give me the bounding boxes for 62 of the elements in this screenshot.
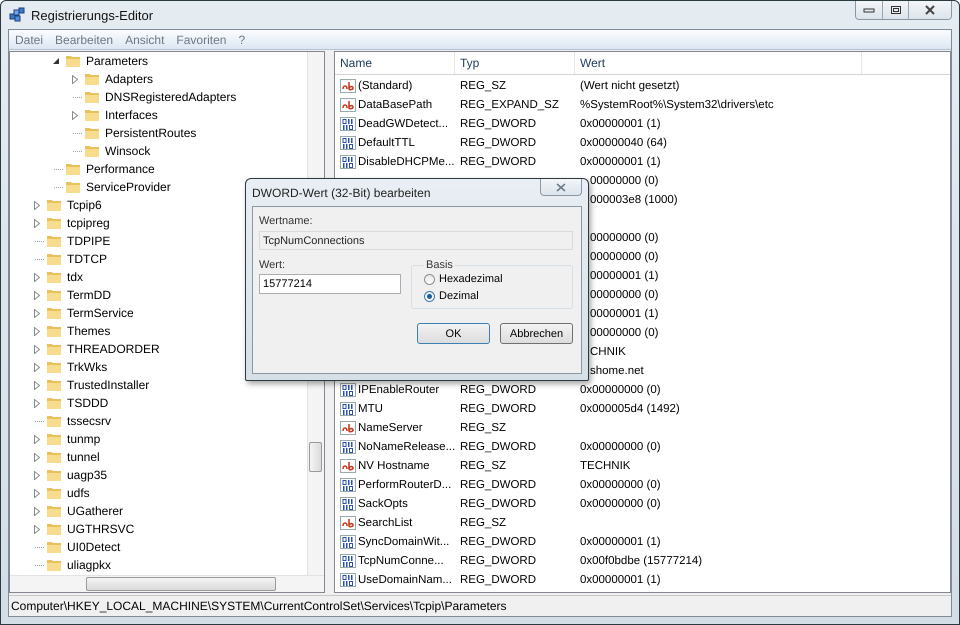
table-cell: REG_EXPAND_SZ — [460, 98, 559, 110]
status-path: Computer\HKEY_LOCAL_MACHINE\SYSTEM\CurrentControlSet\Services\Tcpip\Parameters — [11, 599, 507, 613]
table-cell: DisableDHCPMe... — [358, 156, 454, 168]
table-cell: 00000000 (0) — [590, 326, 658, 338]
table-cell: NV Hostname — [358, 460, 430, 472]
group-label: Basis — [425, 259, 454, 271]
table-cell: 00000001 (1) — [590, 308, 658, 320]
table-cell: SackOpts — [358, 498, 408, 510]
table-cell: 00000000 (0) — [590, 232, 658, 244]
table-cell: TcpNumConne... — [358, 554, 444, 566]
table-cell: UseDomainNam... — [358, 574, 452, 586]
table-cell: 0x00000000 (0) — [580, 384, 661, 396]
table-cell: REG_DWORD — [460, 554, 536, 566]
table-cell: %SystemRoot%\System32\drivers\etc — [580, 98, 774, 110]
table-cell: REG_SZ — [460, 80, 506, 92]
table-cell: REG_DWORD — [460, 440, 536, 452]
table-cell: 0x00000000 (0) — [580, 498, 661, 510]
table-cell: REG_DWORD — [460, 118, 536, 130]
table-cell: REG_DWORD — [460, 536, 536, 548]
table-cell: 000003e8 (1000) — [590, 194, 678, 206]
table-cell: (Standard) — [358, 80, 412, 92]
table-cell: 0x00000040 (64) — [580, 136, 667, 148]
table-cell: (Wert nicht gesetzt) — [580, 80, 680, 92]
table-cell: REG_DWORD — [460, 384, 536, 396]
table-cell: 0x00000001 (1) — [580, 118, 661, 130]
table-cell: 0x00000000 (0) — [580, 478, 661, 490]
table-cell: REG_DWORD — [460, 498, 536, 510]
dialog-title: DWORD-Wert (32-Bit) bearbeiten — [252, 186, 430, 200]
table-cell: NameServer — [358, 422, 423, 434]
table-cell: DataBasePath — [358, 98, 432, 110]
table-cell: 0x00000000 (0) — [580, 440, 661, 452]
table-cell: DefaultTTL — [358, 136, 415, 148]
table-cell: shome.net — [590, 364, 644, 376]
table-cell: REG_SZ — [460, 422, 506, 434]
table-cell: REG_DWORD — [460, 478, 536, 490]
table-cell: REG_DWORD — [460, 574, 536, 586]
table-cell: 0x00f0bdbe (15777214) — [580, 554, 702, 566]
table-cell: REG_DWORD — [460, 402, 536, 414]
table-cell: SyncDomainWit... — [358, 536, 450, 548]
field-label: Wertname: — [259, 215, 314, 227]
table-cell: NoNameRelease... — [358, 440, 456, 452]
table-cell: PerformRouterD... — [358, 478, 452, 490]
table-cell: MTU — [358, 402, 383, 414]
table-cell: 00000001 (1) — [590, 270, 658, 282]
table-cell: 0x00000001 (1) — [580, 156, 661, 168]
table-cell: REG_SZ — [460, 460, 506, 472]
table-cell: 0x00000001 (1) — [580, 536, 661, 548]
table-cell: 00000000 (0) — [590, 250, 658, 262]
window-title: Registrierungs-Editor — [31, 8, 154, 22]
table-cell: REG_DWORD — [460, 136, 536, 148]
table-cell: 00000000 (0) — [590, 174, 658, 186]
table-cell: CHNIK — [590, 346, 626, 358]
table-cell: REG_DWORD — [460, 156, 536, 168]
table-cell: 0x000005d4 (1492) — [580, 402, 680, 414]
table-cell: 0x00000001 (1) — [580, 574, 661, 586]
table-cell: SearchList — [358, 516, 412, 528]
table-cell: DeadGWDetect... — [358, 118, 448, 130]
field-label: Wert: — [259, 259, 286, 271]
table-cell: 00000000 (0) — [590, 288, 658, 300]
table-cell: IPEnableRouter — [358, 384, 440, 396]
table-cell: TECHNIK — [580, 460, 630, 472]
table-cell: REG_SZ — [460, 516, 506, 528]
